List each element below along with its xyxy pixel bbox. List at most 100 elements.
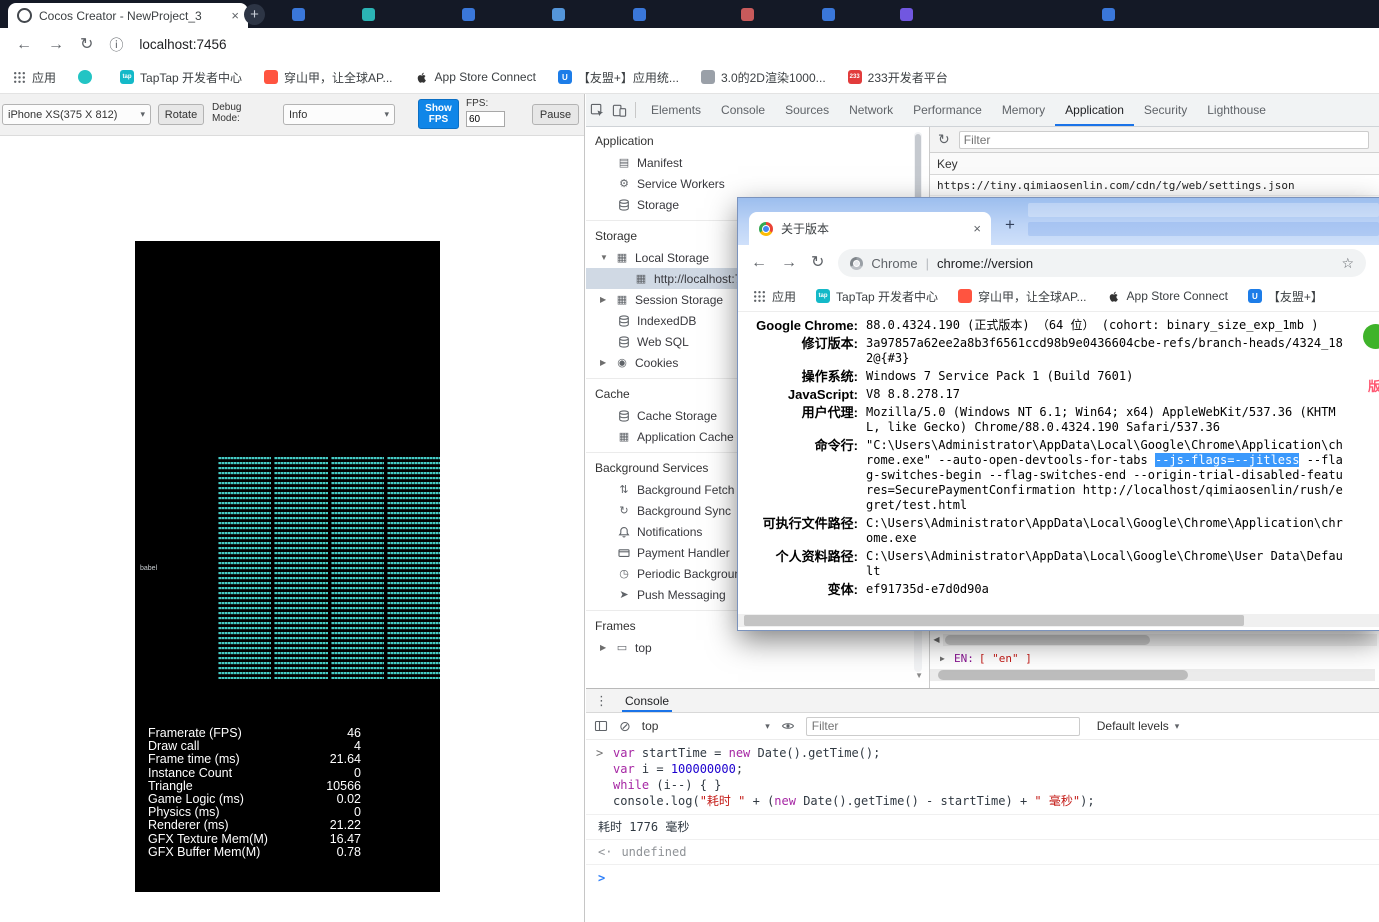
expander-closed-icon[interactable]: ▶ xyxy=(600,358,609,367)
url-text[interactable]: localhost:7456 xyxy=(139,37,226,52)
omnibox-url: chrome://version xyxy=(937,255,1034,271)
kebab-menu-icon[interactable]: ⋮ xyxy=(595,693,608,709)
scrollbar-thumb[interactable] xyxy=(945,634,1150,645)
console-drawer-tab[interactable]: Console xyxy=(622,689,672,712)
omnibox[interactable]: Chrome | chrome://version ☆ xyxy=(838,249,1366,277)
tab-performance[interactable]: Performance xyxy=(903,94,992,126)
expander-open-icon[interactable]: ▼ xyxy=(600,253,609,262)
bookmark-dove[interactable] xyxy=(78,70,98,84)
show-fps-button[interactable]: Show FPS xyxy=(418,99,459,129)
forward-icon[interactable]: → xyxy=(48,36,64,53)
database-icon xyxy=(617,409,631,422)
console-filter-input[interactable] xyxy=(805,716,1080,736)
tab-console[interactable]: Console xyxy=(711,94,775,126)
scrollbar-thumb[interactable] xyxy=(938,670,1188,680)
console-result-row[interactable]: <· undefined xyxy=(586,840,1379,865)
tab-lighthouse[interactable]: Lighthouse xyxy=(1197,94,1276,126)
key-column-header[interactable]: Key xyxy=(930,153,1379,175)
pinned-tab-icon[interactable] xyxy=(741,8,754,21)
expander-closed-icon[interactable]: ▶ xyxy=(600,643,609,652)
tab-security[interactable]: Security xyxy=(1134,94,1197,126)
pinned-tab-icon[interactable] xyxy=(633,8,646,21)
preview-horizontal-scrollbar[interactable] xyxy=(930,669,1375,681)
bookmark-appstore-connect[interactable]: App Store Connect xyxy=(1107,289,1228,303)
version-row: 修订版本: 3a97857a62ee2a8b3f6561ccd98b9e0436… xyxy=(746,336,1343,366)
pause-button[interactable]: Pause xyxy=(532,104,579,125)
console-context-dropdown[interactable]: top ▾ xyxy=(642,719,770,733)
bookmark-apps[interactable]: 应用 xyxy=(752,288,796,305)
tree-item-service-workers[interactable]: ⚙ Service Workers xyxy=(586,173,929,194)
tab-sources[interactable]: Sources xyxy=(775,94,839,126)
device-select[interactable]: iPhone XS(375 X 812) ▾ xyxy=(2,104,151,125)
pinned-tab-icon[interactable] xyxy=(552,8,565,21)
storage-key-row[interactable]: https://tiny.qimiaosenlin.com/cdn/tg/web… xyxy=(930,175,1379,196)
popup-title-bar[interactable]: 关于版本 × + xyxy=(738,198,1379,245)
tree-item-top-frame[interactable]: ▶ ▭ top xyxy=(586,637,929,658)
pangle-icon xyxy=(264,70,279,84)
tab-application[interactable]: Application xyxy=(1055,94,1134,126)
tab-network[interactable]: Network xyxy=(839,94,903,126)
expander-closed-icon[interactable]: ▶ xyxy=(600,295,609,304)
popup-tab[interactable]: 关于版本 × xyxy=(749,212,991,245)
tab-memory[interactable]: Memory xyxy=(992,94,1055,126)
console-result-value: undefined xyxy=(621,845,687,859)
bookmark-pangle[interactable]: 穿山甲，让全球AP... xyxy=(264,69,393,86)
pinned-tab-icon[interactable] xyxy=(1102,8,1115,21)
bookmark-pangle[interactable]: 穿山甲，让全球AP... xyxy=(958,288,1087,305)
scroll-down-icon[interactable]: ▼ xyxy=(915,671,923,680)
new-tab-button[interactable]: + xyxy=(1005,215,1015,235)
tree-item-label: Payment Handler xyxy=(637,545,730,560)
bookmark-umeng[interactable]: U 【友盟+】 xyxy=(1247,288,1323,305)
back-icon[interactable]: ← xyxy=(16,36,32,53)
inspect-element-icon[interactable] xyxy=(586,97,608,123)
storage-value-preview[interactable]: ▶ EN: [ "en" ] xyxy=(930,650,1032,667)
pinned-tab-icon[interactable] xyxy=(900,8,913,21)
grid-horizontal-scrollbar[interactable]: ◀ xyxy=(930,632,1379,647)
new-tab-button[interactable]: + xyxy=(244,4,265,25)
device-toolbar-icon[interactable] xyxy=(608,97,630,123)
log-levels-dropdown[interactable]: Default levels ▾ xyxy=(1097,719,1180,733)
bookmark-star-icon[interactable]: ☆ xyxy=(1341,255,1354,272)
send-icon: ➤ xyxy=(619,589,629,601)
tree-item-manifest[interactable]: ▤ Manifest xyxy=(586,152,929,173)
reload-icon[interactable]: ↻ xyxy=(80,36,93,53)
tab-elements[interactable]: Elements xyxy=(641,94,711,126)
storage-filter-input[interactable] xyxy=(958,130,1369,149)
bookmark-apps[interactable]: 应用 xyxy=(12,69,56,86)
pinned-tab-icon[interactable] xyxy=(292,8,305,21)
pinned-tab-icon[interactable] xyxy=(362,8,375,21)
clear-console-icon[interactable]: ⊘ xyxy=(619,718,631,735)
console-prompt[interactable]: > xyxy=(586,865,1379,886)
rotate-button[interactable]: Rotate xyxy=(158,104,204,125)
bookmark-appstore-connect[interactable]: App Store Connect xyxy=(415,70,536,84)
fps-input[interactable] xyxy=(466,111,505,127)
about-version-window: 关于版本 × + ← → ↻ Chrome | chrome://version… xyxy=(737,197,1379,631)
site-info-icon[interactable]: ⓘ xyxy=(109,35,123,55)
tab-close-icon[interactable]: × xyxy=(231,8,239,23)
refresh-icon[interactable]: ↻ xyxy=(938,131,950,148)
reload-icon[interactable]: ↻ xyxy=(811,255,824,271)
pinned-tab-icon[interactable] xyxy=(822,8,835,21)
game-canvas[interactable]: babel Framerate (FPS) 46 Draw call 4 Frame… xyxy=(135,241,440,892)
debug-mode-select[interactable]: Info ▾ xyxy=(283,104,395,125)
forward-icon[interactable]: → xyxy=(781,255,797,271)
browser-tab[interactable]: Cocos Creator - NewProject_3 × xyxy=(8,3,248,28)
version-row-label: 可执行文件路径: xyxy=(762,516,858,531)
bookmark-233[interactable]: 233 233开发者平台 xyxy=(847,69,948,86)
console-log-output[interactable]: 耗时 1776 毫秒 xyxy=(586,815,1379,840)
preview-toolbar: iPhone XS(375 X 812) ▾ Rotate Debug Mode… xyxy=(0,94,584,136)
back-icon[interactable]: ← xyxy=(751,255,767,271)
pinned-tab-icon[interactable] xyxy=(462,8,475,21)
popup-horizontal-scrollbar[interactable] xyxy=(738,614,1379,627)
bookmark-umeng[interactable]: U 【友盟+】应用统... xyxy=(557,69,679,86)
console-sidebar-icon[interactable] xyxy=(594,719,608,733)
tab-close-icon[interactable]: × xyxy=(973,221,981,236)
expander-closed-icon[interactable]: ▶ xyxy=(940,654,949,663)
bookmark-taptap[interactable]: tap TapTap 开发者中心 xyxy=(816,288,938,305)
bookmark-render-doc[interactable]: 3.0的2D渲染1000... xyxy=(700,69,826,86)
eye-icon[interactable] xyxy=(781,719,795,733)
scrollbar-thumb[interactable] xyxy=(744,615,1244,626)
scroll-left-icon[interactable]: ◀ xyxy=(930,635,943,644)
bookmark-taptap[interactable]: tap TapTap 开发者中心 xyxy=(120,69,242,86)
console-input-echo[interactable]: > var startTime = new Date().getTime(); … xyxy=(586,740,1379,815)
